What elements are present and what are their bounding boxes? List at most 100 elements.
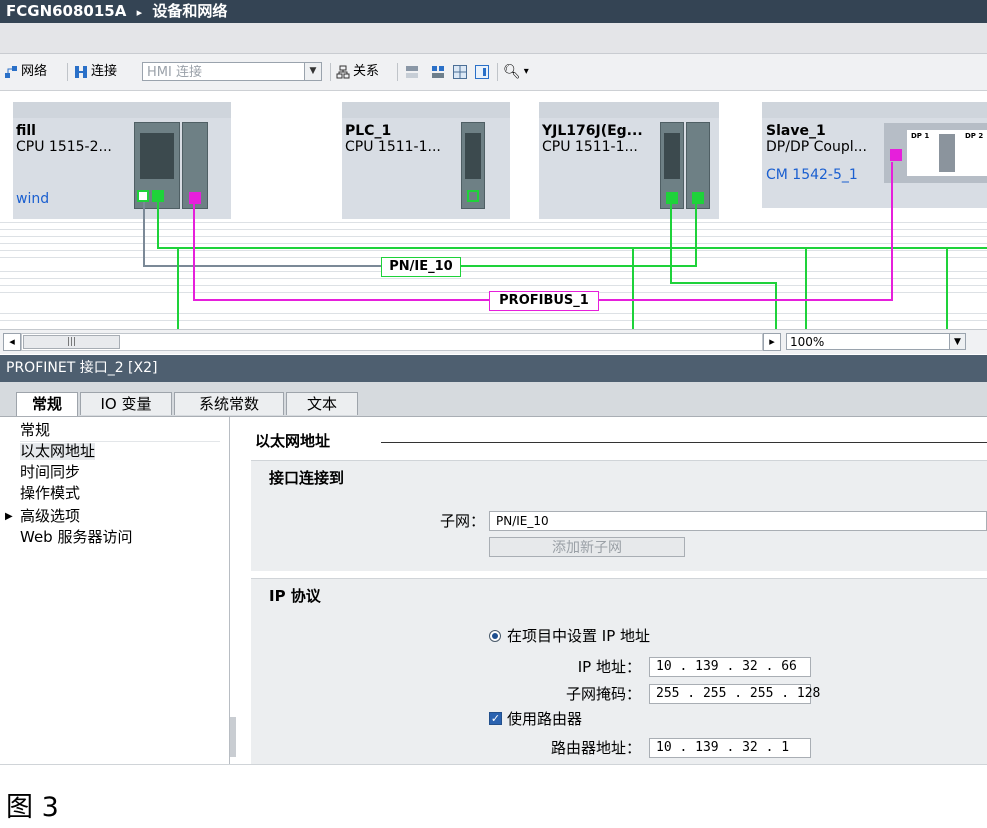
profinet-network-label[interactable]: PN/IE_10 — [381, 257, 461, 277]
device-plc-1[interactable]: PLC_1 CPU 1511-1... — [342, 102, 510, 219]
nav-item-advanced-options[interactable]: 高级选项 — [20, 508, 80, 525]
profinet-line — [461, 265, 697, 267]
hmi-connection-value: HMI 连接 — [147, 65, 202, 80]
device-header — [539, 102, 719, 118]
set-ip-label: 在项目中设置 IP 地址 — [507, 627, 651, 645]
profinet-port[interactable] — [692, 192, 704, 204]
toolbar-divider — [67, 63, 68, 81]
nav-item-general[interactable]: 常规 — [20, 422, 50, 439]
subnet-field[interactable]: PN/IE_10 — [489, 511, 987, 531]
addresses-icon — [431, 65, 445, 79]
profinet-line — [632, 247, 634, 329]
tab-io-tags[interactable]: IO 变量 — [80, 392, 172, 415]
network-view-button[interactable]: 网络 — [4, 63, 47, 81]
device-link[interactable]: CM 1542-5_1 — [766, 168, 858, 183]
title-bar: FCGN608015A ▸ 设备和网络 — [0, 0, 987, 23]
properties-content: 以太网地址 接口连接到 子网： PN/IE_10 添加新子网 IP 协议 在项目… — [237, 417, 987, 765]
heading-rule — [381, 442, 987, 443]
connection-icon — [74, 65, 88, 79]
profinet-line — [670, 202, 672, 284]
profibus-port[interactable] — [189, 192, 201, 204]
relations-icon — [336, 65, 350, 79]
breadcrumb-separator-icon: ▸ — [136, 6, 143, 19]
ip-protocol-section: IP 协议 在项目中设置 IP 地址 IP 地址： 10 . 139 . 32 … — [251, 578, 987, 765]
zoom-icon: 🔍︎ — [503, 64, 521, 80]
scroll-left-icon[interactable]: ◂ — [3, 333, 21, 351]
subnet-label: 子网： — [439, 512, 485, 530]
nav-item-ethernet-address[interactable]: 以太网地址 — [20, 443, 96, 460]
profinet-port[interactable] — [152, 190, 164, 202]
device-header — [13, 102, 231, 118]
network-canvas[interactable]: fill CPU 1515-2... wind PLC_1 CPU 1511-1… — [0, 91, 987, 329]
toolbar-divider — [397, 63, 398, 81]
device-yjl176j[interactable]: YJL176J(Eg... CPU 1511-1... — [539, 102, 719, 219]
toolbar-divider — [497, 63, 498, 81]
device-fill[interactable]: fill CPU 1515-2... wind — [13, 102, 231, 219]
grid-line — [0, 271, 987, 272]
profinet-port[interactable] — [666, 192, 678, 204]
grid-line — [0, 257, 987, 258]
device-name: Slave_1 — [766, 123, 826, 139]
grid-line — [0, 278, 987, 279]
profibus-network-label[interactable]: PROFIBUS_1 — [489, 291, 599, 311]
subnet-mask-field[interactable]: 255 . 255 . 255 . 128 — [649, 684, 820, 704]
connection-button[interactable]: 连接 — [74, 63, 117, 81]
profibus-port[interactable] — [890, 149, 902, 161]
tab-general[interactable]: 常规 — [16, 392, 78, 416]
hmi-connection-select[interactable]: HMI 连接 ▼ — [142, 62, 322, 81]
set-ip-radio[interactable] — [489, 630, 501, 642]
relations-button[interactable]: 关系 — [336, 63, 379, 81]
overview-button[interactable] — [475, 63, 489, 81]
device-name: PLC_1 — [345, 123, 392, 139]
project-name: FCGN608015A — [6, 2, 127, 20]
nav-item-web-server[interactable]: Web 服务器访问 — [20, 529, 132, 546]
profinet-bus — [157, 247, 987, 249]
profinet-port[interactable] — [137, 190, 149, 202]
profibus-line — [891, 162, 893, 301]
grid-button[interactable] — [453, 63, 467, 81]
tab-texts[interactable]: 文本 — [286, 392, 358, 415]
splitter-handle[interactable] — [230, 717, 236, 757]
grid-line — [0, 320, 987, 321]
profibus-line — [193, 197, 195, 301]
ip-address-field[interactable]: 10 . 139 . 32 . 66 — [649, 657, 811, 677]
chevron-down-icon[interactable]: ▼ — [949, 334, 965, 349]
interface-title: 接口连接到 — [269, 469, 345, 487]
grid-line — [0, 285, 987, 286]
zoom-button[interactable]: 🔍︎ ▾ — [503, 63, 529, 81]
grid-line — [0, 313, 987, 314]
device-header — [762, 102, 987, 118]
scrollbar-thumb[interactable]: ||| — [23, 335, 120, 349]
use-router-checkbox[interactable]: ✓ — [489, 712, 502, 725]
use-router-label: 使用路由器 — [507, 710, 583, 728]
name-display-button[interactable] — [405, 63, 419, 81]
zoom-select[interactable]: 100% ▼ — [786, 333, 966, 350]
page-title: 设备和网络 — [152, 2, 228, 20]
expand-arrow-icon[interactable]: ▶ — [5, 511, 13, 522]
zoom-dropdown-icon: ▾ — [523, 66, 529, 77]
profinet-line — [946, 247, 948, 329]
add-subnet-button[interactable]: 添加新子网 — [489, 537, 685, 557]
nav-divider — [20, 441, 220, 442]
device-link[interactable]: wind — [16, 192, 49, 207]
toolbar-divider — [330, 63, 331, 81]
horizontal-scrollbar[interactable]: ||| — [21, 333, 763, 351]
section-heading: 以太网地址 — [255, 432, 331, 450]
device-type: CPU 1515-2... — [16, 139, 112, 155]
properties-panel-header: PROFINET 接口_2 [X2] — [0, 355, 987, 382]
chevron-down-icon[interactable]: ▼ — [304, 63, 321, 80]
router-address-field[interactable]: 10 . 139 . 32 . 1 — [649, 738, 811, 758]
device-header — [342, 102, 510, 118]
nav-item-operating-mode[interactable]: 操作模式 — [20, 485, 80, 502]
tab-system-constants[interactable]: 系统常数 — [174, 392, 284, 415]
grey-band — [0, 23, 987, 54]
network-icon — [4, 65, 18, 79]
scroll-right-icon[interactable]: ▸ — [763, 333, 781, 351]
show-addresses-button[interactable] — [431, 63, 445, 81]
profinet-port[interactable] — [467, 190, 479, 202]
device-slave-1[interactable]: Slave_1 DP/DP Coupl... CM 1542-5_1 DP 1 … — [762, 102, 987, 208]
device-type: CPU 1511-1... — [345, 139, 441, 155]
coupler-port-label: DP 2 — [965, 132, 984, 140]
nav-item-time-sync[interactable]: 时间同步 — [20, 464, 80, 481]
overview-icon — [475, 65, 489, 79]
